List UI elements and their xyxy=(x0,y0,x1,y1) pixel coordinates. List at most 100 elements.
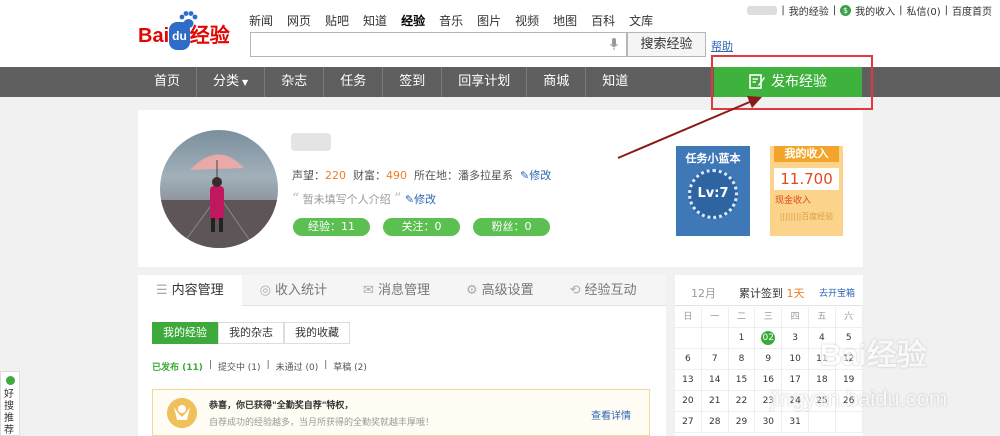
nav-home[interactable]: 首页 xyxy=(138,67,198,97)
calendar-day[interactable]: 28 xyxy=(701,412,729,433)
calendar-header: 12月 累计签到 1天 去开宝箱 xyxy=(675,275,863,306)
nav-tasks[interactable]: 任务 xyxy=(324,67,384,97)
tab-message-management[interactable]: ✉ 消息管理 xyxy=(345,275,448,306)
microphone-icon[interactable] xyxy=(610,38,618,50)
calendar-day[interactable]: 15 xyxy=(728,370,756,391)
list-icon: ☰ xyxy=(156,283,168,298)
calendar-day[interactable]: 22 xyxy=(728,391,756,412)
calendar-day xyxy=(675,328,702,349)
subtab-my-magazine[interactable]: 我的杂志 xyxy=(218,322,284,344)
user-intro: “ 暂未填写个人介绍 ” ✎修改 xyxy=(292,191,437,207)
edit-intro-link[interactable]: ✎修改 xyxy=(405,193,436,206)
followers-count-pill[interactable]: 粉丝：0 xyxy=(473,218,550,236)
profile-card: 声望：220 财富：490 所在地：潘多拉星系 ✎修改 “ 暂未填写个人介绍 ”… xyxy=(138,110,863,267)
search-input[interactable] xyxy=(250,32,627,57)
refresh-icon: ⟲ xyxy=(569,283,581,298)
edit-location-link[interactable]: ✎修改 xyxy=(520,169,551,182)
my-experience-link[interactable]: 我的经验 xyxy=(789,3,829,18)
topnav-news[interactable]: 新闻 xyxy=(249,12,273,29)
avatar[interactable] xyxy=(160,130,278,248)
calendar-weekday: 二 xyxy=(728,307,756,328)
nav-category[interactable]: 分类 ▼ xyxy=(197,67,266,97)
paw-icon xyxy=(179,11,198,28)
user-links: | 我的经验 | $ 我的收入 | 私信(0) | 百度首页 xyxy=(747,3,992,18)
income-amount: 11.700 xyxy=(774,168,839,190)
task-booklet-card[interactable]: 任务小蓝本 Lv:7 xyxy=(676,146,750,236)
calendar-weekday: 日 xyxy=(675,307,702,328)
topnav-music[interactable]: 音乐 xyxy=(439,12,463,29)
baidu-jingyan-logo[interactable]: Bai du 经验 xyxy=(138,11,230,50)
calendar-day[interactable]: 21 xyxy=(701,391,729,412)
attendance-notice: 恭喜，你已获得"全勤奖自荐"特权， 自荐成功的经验越多，当月所获得的全勤奖就越丰… xyxy=(152,389,650,436)
help-link[interactable]: 帮助 xyxy=(711,38,733,54)
quote-close-icon: ” xyxy=(394,191,402,207)
quote-open-icon: “ xyxy=(292,191,300,207)
following-count-pill[interactable]: 关注：0 xyxy=(383,218,460,236)
topnav-web[interactable]: 网页 xyxy=(287,12,311,29)
topnav-zhidao[interactable]: 知道 xyxy=(363,12,387,29)
view-details-link[interactable]: 查看详情 xyxy=(591,407,631,422)
calendar-day[interactable]: 7 xyxy=(701,349,729,370)
filter-submitting[interactable]: 提交中 (1) xyxy=(218,360,261,373)
baidu-jingyan-watermark: Bai经验 jingyan.baidu.com xyxy=(770,339,948,411)
location-value: 潘多拉星系 xyxy=(458,169,513,182)
calendar-day[interactable]: 13 xyxy=(675,370,702,391)
wealth-value: 490 xyxy=(386,169,407,182)
status-dot-icon xyxy=(6,376,15,385)
topnav-tieba[interactable]: 贴吧 xyxy=(325,12,349,29)
calendar-day[interactable]: 29 xyxy=(728,412,756,433)
nav-zhidao[interactable]: 知道 xyxy=(586,67,644,97)
avatar-image xyxy=(160,154,278,248)
topnav-wenku[interactable]: 文库 xyxy=(629,12,653,29)
dollar-icon: $ xyxy=(840,5,852,16)
topnav-jingyan[interactable]: 经验 xyxy=(401,12,425,29)
tab-advanced-settings[interactable]: ⚙ 高级设置 xyxy=(448,275,552,306)
income-card[interactable]: 我的收入 11.700 现金收入 ||||||||百度经验 xyxy=(770,146,843,236)
nav-mall[interactable]: 商城 xyxy=(527,67,587,97)
topnav-images[interactable]: 图片 xyxy=(477,12,501,29)
nav-magazine[interactable]: 杂志 xyxy=(265,67,325,97)
my-income-link[interactable]: 我的收入 xyxy=(855,3,895,18)
tab-content-management[interactable]: ☰ 内容管理 xyxy=(138,275,242,306)
topnav-baike[interactable]: 百科 xyxy=(591,12,615,29)
open-treasure-link[interactable]: 去开宝箱 xyxy=(819,286,855,299)
tab-experience-interaction[interactable]: ⟲ 经验互动 xyxy=(552,275,655,306)
content-subtabs: 我的经验 我的杂志 我的收藏 xyxy=(152,322,350,344)
side-recommend-widget[interactable]: 好搜推荐 xyxy=(0,371,20,436)
calendar-day[interactable]: 8 xyxy=(728,349,756,370)
nav-share-plan[interactable]: 回享计划 xyxy=(442,67,528,97)
user-stats: 声望：220 财富：490 所在地：潘多拉星系 ✎修改 xyxy=(292,169,552,182)
filter-rejected[interactable]: 未通过 (0) xyxy=(276,360,319,373)
subtab-my-experience[interactable]: 我的经验 xyxy=(152,322,218,344)
username-blurred xyxy=(291,133,331,151)
calendar-weekday: 四 xyxy=(782,307,809,328)
calendar-weekday: 一 xyxy=(701,307,729,328)
tab-income-stats[interactable]: ◎ 收入统计 xyxy=(242,275,345,306)
nav-checkin[interactable]: 签到 xyxy=(383,67,443,97)
reputation-value: 220 xyxy=(325,169,346,182)
navbar-items: 首页 分类 ▼ 杂志 任务 签到 回享计划 商城 知道 xyxy=(138,67,644,97)
logo-bai: Bai xyxy=(138,25,170,47)
messages-link[interactable]: 私信(0) xyxy=(906,3,940,18)
calendar-day[interactable]: 6 xyxy=(675,349,702,370)
calendar-day[interactable]: 14 xyxy=(701,370,729,391)
subtab-my-favorites[interactable]: 我的收藏 xyxy=(284,322,350,344)
username-blurred[interactable] xyxy=(747,6,778,15)
calendar-day[interactable]: 1 xyxy=(728,328,756,349)
status-filters: 已发布 (11) | 提交中 (1) | 未通过 (0) | 草稿 (2) xyxy=(152,360,367,373)
gear-icon: ⚙ xyxy=(465,283,478,298)
calendar-day[interactable]: 20 xyxy=(675,391,702,412)
calendar-weekday: 六 xyxy=(835,307,863,328)
baidu-home-link[interactable]: 百度首页 xyxy=(952,3,992,18)
search-button[interactable]: 搜索经验 xyxy=(627,32,706,57)
mail-icon: ✉ xyxy=(363,283,374,298)
topnav-map[interactable]: 地图 xyxy=(553,12,577,29)
filter-drafts[interactable]: 草稿 (2) xyxy=(333,360,367,373)
top-nav: 新闻 网页 贴吧 知道 经验 音乐 图片 视频 地图 百科 文库 xyxy=(249,12,653,29)
topnav-video[interactable]: 视频 xyxy=(515,12,539,29)
content-management-panel: ☰ 内容管理 ◎ 收入统计 ✉ 消息管理 ⚙ 高级设置 ⟲ 经验互动 我的经验 我的杂志 … xyxy=(138,275,666,436)
filter-published[interactable]: 已发布 (11) xyxy=(152,360,203,373)
calendar-month: 12月 xyxy=(691,287,716,300)
calendar-day[interactable]: 27 xyxy=(675,412,702,433)
experience-count-pill[interactable]: 经验：11 xyxy=(293,218,370,236)
